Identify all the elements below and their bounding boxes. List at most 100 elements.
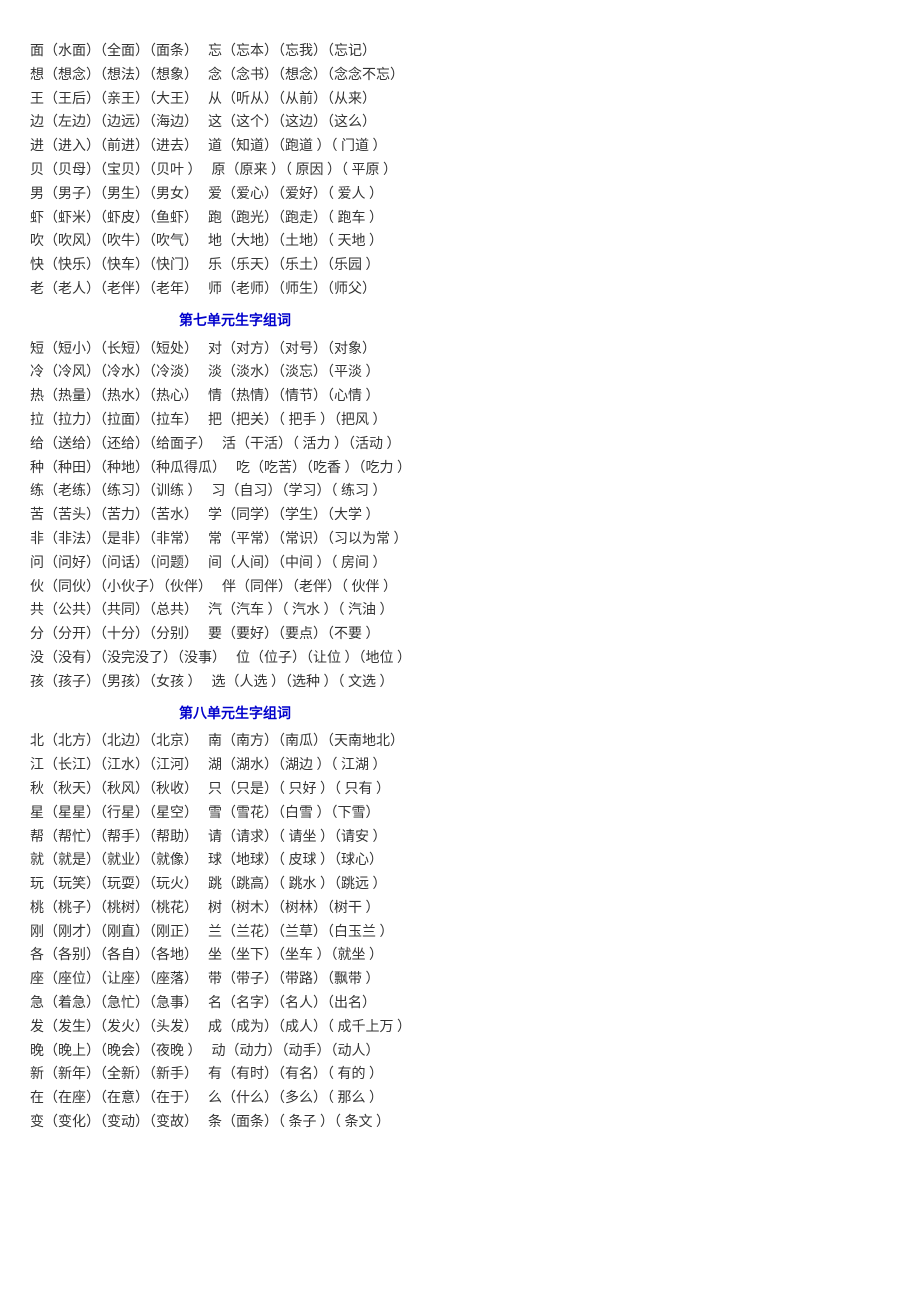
entry-right: 带（带子）（带路）（飘带 ） — [208, 968, 380, 992]
entry-left: 分（分开）（十分）（分别） — [30, 623, 198, 647]
entry-left: 各（各别）（各自）（各地） — [30, 944, 198, 968]
entry-right: 习（自习）（学习）（ 练习 ） — [212, 480, 387, 504]
word-row: 种（种田）（种地）（种瓜得瓜）吃（吃苦）（吃香 ）（吃力 ） — [30, 457, 440, 481]
entry-right: 只（只是）（ 只好 ）（ 只有 ） — [208, 778, 390, 802]
entry-left: 男（男子）（男生）（男女） — [30, 183, 198, 207]
entry-right: 选（人选 ）（选种 ）（ 文选 ） — [212, 671, 394, 695]
word-row: 帮（帮忙）（帮手）（帮助） 请（请求）（ 请坐 ）（请安 ） — [30, 826, 440, 850]
entry-right: 乐（乐天）（乐土）（乐园 ） — [208, 254, 380, 278]
word-row: 共（公共）（共同）（总共） 汽（汽车 ）（ 汽水 ）（ 汽油 ） — [30, 599, 440, 623]
word-row: 老（老人）（老伴）（老年）师（老师）（师生）（师父） — [30, 278, 440, 302]
entry-left: 虾（虾米）（虾皮）（鱼虾） — [30, 207, 198, 231]
entry-left: 星（星星）（行星）（星空） — [30, 802, 198, 826]
word-row: 吹（吹风）（吹牛）（吹气）地（大地）（土地）（ 天地 ） — [30, 230, 440, 254]
word-row: 进（进入）（前进）（进去） 道（知道）（跑道 ）（ 门道 ） — [30, 135, 440, 159]
word-row: 贝（贝母）（宝贝）（贝叶 ） 原（原来 ）（ 原因 ）（ 平原 ） — [30, 159, 440, 183]
word-row: 苦（苦头）（苦力）（苦水）学（同学）（学生）（大学 ） — [30, 504, 440, 528]
entry-left: 就（就是）（就业）（就像） — [30, 849, 198, 873]
entry-left: 贝（贝母）（宝贝）（贝叶 ） — [30, 159, 202, 183]
entry-left: 在（在座）（在意）（在于） — [30, 1087, 198, 1111]
word-row: 伙（同伙）（小伙子）（伙伴） 伴（同伴）（老伴）（ 伙伴 ） — [30, 576, 440, 600]
entry-right: 成（成为）（成人）（ 成千上万 ） — [208, 1016, 411, 1040]
entry-left: 短（短小）（长短）（短处） — [30, 338, 198, 362]
entry-right: 么（什么）（多么）（ 那么 ） — [208, 1087, 383, 1111]
word-row: 新（新年）（全新）（新手） 有（有时）（有名）（ 有的 ） — [30, 1063, 440, 1087]
entry-left: 拉（拉力）（拉面）（拉车） — [30, 409, 198, 433]
word-row: 桃（桃子）（桃树）（桃花） 树（树木）（树林）（树干 ） — [30, 897, 440, 921]
entry-left: 非（非法）（是非）（非常） — [30, 528, 198, 552]
document-body: 面（水面）（全面）（面条） 忘（忘本）（忘我）（忘记）想（想念）（想法）（想象）念… — [30, 40, 440, 1135]
entry-left: 玩（玩笑）（玩耍）（玩火） — [30, 873, 198, 897]
word-row: 秋（秋天）（秋风）（秋收） 只（只是）（ 只好 ）（ 只有 ） — [30, 778, 440, 802]
word-row: 分（分开）（十分）（分别）要（要好）（要点）（不要 ） — [30, 623, 440, 647]
word-row: 练（老练）（练习）（训练 ） 习（自习）（学习）（ 练习 ） — [30, 480, 440, 504]
entry-right: 原（原来 ）（ 原因 ）（ 平原 ） — [212, 159, 398, 183]
word-row: 王（王后）（亲王）（大王） 从（听从）（从前）（从来） — [30, 88, 440, 112]
word-row: 星（星星）（行星）（星空）雪（雪花）（白雪 ）（下雪） — [30, 802, 440, 826]
entry-right: 忘（忘本）（忘我）（忘记） — [208, 40, 376, 64]
entry-right: 汽（汽车 ）（ 汽水 ）（ 汽油 ） — [208, 599, 394, 623]
word-row: 热（热量）（热水）（热心）情（热情）（情节）（心情 ） — [30, 385, 440, 409]
entry-left: 变（变化）（变动）（变故） — [30, 1111, 198, 1135]
word-row: 在（在座）（在意）（在于） 么（什么）（多么）（ 那么 ） — [30, 1087, 440, 1111]
entry-left: 老（老人）（老伴）（老年） — [30, 278, 198, 302]
entry-left: 冷（冷风）（冷水）（冷淡） — [30, 361, 198, 385]
entry-right: 伴（同伴）（老伴）（ 伙伴 ） — [222, 576, 397, 600]
word-row: 虾（虾米）（虾皮）（鱼虾） 跑（跑光）（跑走）（ 跑车 ） — [30, 207, 440, 231]
word-row: 江（长江）（江水）（江河）湖（湖水）（湖边 ）（ 江湖 ） — [30, 754, 440, 778]
entry-left: 晚（晚上）（晚会）（夜晚 ） — [30, 1040, 202, 1064]
word-row: 急（着急）（急忙）（急事）名（名字）（名人）（出名） — [30, 992, 440, 1016]
entry-right: 条（面条）（ 条子 ）（ 条文 ） — [208, 1111, 390, 1135]
word-row: 边（左边）（边远）（海边） 这（这个）（这边）（这么） — [30, 111, 440, 135]
entry-right: 动（动力）（动手）（动人） — [212, 1040, 380, 1064]
entry-right: 活（干活）（ 活力 ）（活动 ） — [222, 433, 401, 457]
entry-right: 淡（淡水）（淡忘）（平淡 ） — [208, 361, 380, 385]
entry-left: 给（送给）（还给）（给面子） — [30, 433, 212, 457]
entry-left: 进（进入）（前进）（进去） — [30, 135, 198, 159]
entry-left: 伙（同伙）（小伙子）（伙伴） — [30, 576, 212, 600]
entry-right: 把（把关）（ 把手 ）（把风 ） — [208, 409, 387, 433]
word-row: 快（快乐）（快车）（快门） 乐（乐天）（乐土）（乐园 ） — [30, 254, 440, 278]
word-row: 孩（孩子）（男孩）（女孩 ） 选（人选 ）（选种 ）（ 文选 ） — [30, 671, 440, 695]
word-row: 想（想念）（想法）（想象）念（念书）（想念）（念念不忘） — [30, 64, 440, 88]
entry-left: 想（想念）（想法）（想象） — [30, 64, 198, 88]
entry-right: 地（大地）（土地）（ 天地 ） — [208, 230, 383, 254]
word-row: 男（男子）（男生）（男女） 爱（爱心）（爱好）（ 爱人 ） — [30, 183, 440, 207]
entry-left: 秋（秋天）（秋风）（秋收） — [30, 778, 198, 802]
entry-right: 坐（坐下）（坐车 ）（就坐 ） — [208, 944, 383, 968]
word-row: 座（座位）（让座）（座落）带（带子）（带路）（飘带 ） — [30, 968, 440, 992]
entry-left: 王（王后）（亲王）（大王） — [30, 88, 198, 112]
word-row: 拉（拉力）（拉面）（拉车） 把（把关）（ 把手 ）（把风 ） — [30, 409, 440, 433]
entry-left: 孩（孩子）（男孩）（女孩 ） — [30, 671, 202, 695]
word-row: 面（水面）（全面）（面条） 忘（忘本）（忘我）（忘记） — [30, 40, 440, 64]
entry-left: 边（左边）（边远）（海边） — [30, 111, 198, 135]
entry-right: 南（南方）（南瓜）（天南地北） — [208, 730, 404, 754]
entry-left: 共（公共）（共同）（总共） — [30, 599, 198, 623]
word-row: 晚（晚上）（晚会）（夜晚 ） 动（动力）（动手）（动人） — [30, 1040, 440, 1064]
word-row: 各（各别）（各自）（各地） 坐（坐下）（坐车 ）（就坐 ） — [30, 944, 440, 968]
entry-left: 练（老练）（练习）（训练 ） — [30, 480, 202, 504]
entry-left: 面（水面）（全面）（面条） — [30, 40, 198, 64]
entry-right: 树（树木）（树林）（树干 ） — [208, 897, 380, 921]
word-row: 问（问好）（问话）（问题）间（人间）（中间 ）（ 房间 ） — [30, 552, 440, 576]
entry-right: 这（这个）（这边）（这么） — [208, 111, 376, 135]
word-row: 给（送给）（还给）（给面子） 活（干活）（ 活力 ）（活动 ） — [30, 433, 440, 457]
entry-left: 没（没有）（没完没了）（没事） — [30, 647, 226, 671]
entry-right: 道（知道）（跑道 ）（ 门道 ） — [208, 135, 387, 159]
entry-right: 有（有时）（有名）（ 有的 ） — [208, 1063, 383, 1087]
entry-right: 从（听从）（从前）（从来） — [208, 88, 376, 112]
entry-right: 跑（跑光）（跑走）（ 跑车 ） — [208, 207, 383, 231]
entry-right: 间（人间）（中间 ）（ 房间 ） — [208, 552, 387, 576]
entry-left: 帮（帮忙）（帮手）（帮助） — [30, 826, 198, 850]
entry-left: 新（新年）（全新）（新手） — [30, 1063, 198, 1087]
entry-left: 桃（桃子）（桃树）（桃花） — [30, 897, 198, 921]
entry-right: 跳（跳高）（ 跳水 ）（跳远 ） — [208, 873, 387, 897]
word-row: 非（非法）（是非）（非常） 常（平常）（常识）（习以为常 ） — [30, 528, 440, 552]
entry-left: 刚（刚才）（刚直）（刚正） — [30, 921, 198, 945]
entry-left: 快（快乐）（快车）（快门） — [30, 254, 198, 278]
entry-right: 爱（爱心）（爱好）（ 爱人 ） — [208, 183, 383, 207]
entry-right: 请（请求）（ 请坐 ）（请安 ） — [208, 826, 387, 850]
word-row: 变（变化）（变动）（变故） 条（面条）（ 条子 ）（ 条文 ） — [30, 1111, 440, 1135]
entry-right: 常（平常）（常识）（习以为常 ） — [208, 528, 408, 552]
word-row: 短（短小）（长短）（短处）对（对方）（对号）（对象） — [30, 338, 440, 362]
